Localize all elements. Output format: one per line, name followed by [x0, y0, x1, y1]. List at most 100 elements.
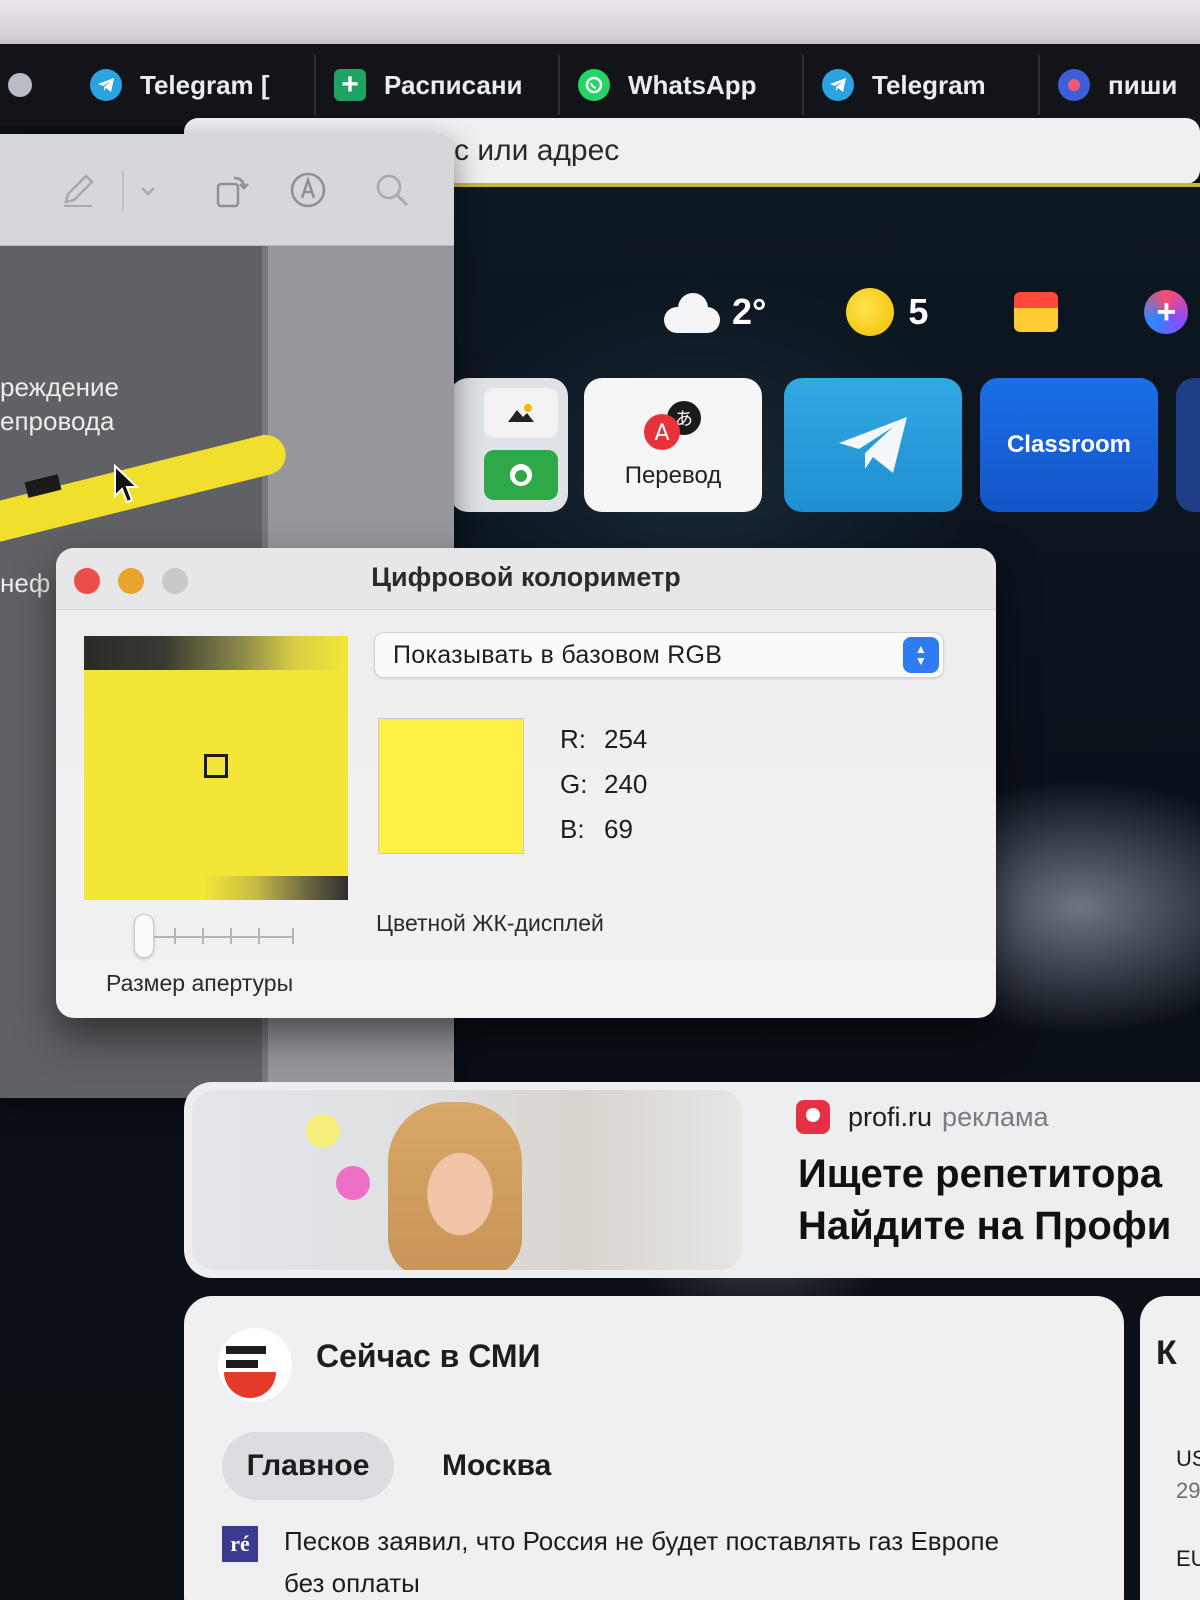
tile-partial[interactable] — [1176, 378, 1200, 512]
colorimeter-window: Цифровой колориметр Размер апертуры Пока… — [56, 548, 996, 1018]
news-source-icon: ré — [222, 1526, 258, 1562]
side-card-text: US — [1176, 1446, 1200, 1471]
news-card: Сейчас в СМИ Главное Москва ré Песков за… — [184, 1296, 1124, 1600]
photos-icon — [484, 388, 558, 438]
tab-label: Telegram — [872, 69, 986, 100]
side-card-text: EU — [1176, 1546, 1200, 1571]
widgets-row: 2° 5 + — [660, 282, 1200, 342]
tile-translate[interactable]: あ A Перевод — [584, 378, 762, 512]
tile-telegram[interactable] — [784, 378, 962, 512]
chevron-down-icon[interactable] — [134, 170, 162, 210]
document-text: неф — [0, 568, 51, 598]
tab-main[interactable]: Главное — [222, 1432, 394, 1500]
tab-moscow[interactable]: Москва — [442, 1432, 551, 1500]
aperture-cursor — [204, 754, 228, 778]
magnifier-edge — [204, 876, 348, 900]
tile-classroom[interactable]: Classroom — [980, 378, 1158, 512]
profi-logo-icon — [796, 1100, 830, 1134]
slider-tick — [230, 928, 232, 944]
telegram-icon — [90, 69, 122, 101]
news-item[interactable]: ré Песков заявил, что Россия не будет по… — [222, 1520, 1044, 1600]
window-title: Цифровой колориметр — [371, 562, 681, 592]
ad-headline-line: Найдите на Профи — [798, 1204, 1172, 1248]
telegram-icon — [822, 69, 854, 101]
traffic-icon — [846, 288, 895, 336]
tab-label: WhatsApp — [628, 69, 757, 100]
green-row: G: 240 — [560, 769, 647, 814]
search-icon[interactable] — [372, 170, 412, 210]
red-label: R: — [560, 724, 586, 754]
slider-knob[interactable] — [134, 914, 154, 958]
traffic-score[interactable]: 5 — [908, 291, 928, 333]
document-text: реждение — [0, 372, 119, 402]
ad-image — [192, 1090, 742, 1270]
rgb-readout: R: 254 G: 240 B: 69 — [560, 724, 647, 859]
document-text: епровода — [0, 406, 115, 436]
news-headline: Песков заявил, что Россия не будет поста… — [284, 1526, 1000, 1598]
news-title[interactable]: Сейчас в СМИ — [316, 1338, 541, 1375]
side-card[interactable]: К US 29 EU — [1140, 1296, 1200, 1600]
cloud-icon — [660, 291, 722, 333]
side-card-title: К — [1156, 1334, 1177, 1372]
app-icon — [1058, 69, 1090, 101]
slider-tick — [202, 928, 204, 944]
browser-tab-bar: Telegram [ + Расписани WhatsApp Telegram… — [0, 44, 1200, 126]
ad-tag: реклама — [942, 1101, 1049, 1132]
aperture-magnifier — [84, 636, 348, 900]
ad-site: profi.ru — [848, 1101, 933, 1132]
red-row: R: 254 — [560, 724, 647, 769]
select-value: Показывать в базовом RGB — [393, 641, 723, 669]
green-label: G: — [560, 769, 588, 799]
mouse-pointer-icon — [114, 464, 140, 504]
ad-headline: Ищете репетитора Найдите на Профи — [798, 1148, 1171, 1252]
spreadsheet-icon: + — [334, 68, 366, 101]
tab-telegram-2[interactable]: Telegram — [804, 55, 1040, 115]
rotate-icon[interactable] — [212, 170, 252, 210]
person-photo — [388, 1102, 522, 1270]
tab-telegram-1[interactable]: Telegram [ — [72, 55, 316, 115]
mail-icon[interactable] — [1014, 292, 1059, 332]
decor-dot — [336, 1166, 370, 1200]
translate-icon: あ A — [642, 400, 704, 452]
tile-group[interactable] — [450, 378, 568, 512]
display-profile: Цветной ЖК-дисплей — [376, 910, 604, 936]
slider-tick — [258, 928, 260, 944]
green-value: 240 — [604, 769, 648, 799]
markup-icon[interactable] — [288, 170, 328, 210]
blue-value: 69 — [604, 814, 633, 844]
slider-tick — [174, 928, 176, 944]
tile-label: Classroom — [1006, 431, 1132, 458]
color-swatch — [378, 718, 524, 854]
tab-whatsapp[interactable]: WhatsApp — [560, 55, 804, 115]
green-app-icon — [484, 450, 558, 500]
ad-card[interactable]: profi.ru реклама Ищете репетитора Найдит… — [184, 1082, 1200, 1278]
tab-spreadsheet[interactable]: + Расписани — [316, 55, 560, 115]
preview-toolbar — [0, 134, 454, 246]
monitor-bezel — [0, 0, 1200, 44]
blue-label: B: — [560, 814, 585, 844]
weather-temperature[interactable]: 2° — [732, 291, 766, 333]
magnifier-edge — [84, 636, 348, 670]
blue-row: B: 69 — [560, 814, 647, 859]
tab-app[interactable]: пиши — [1040, 55, 1195, 115]
toolbar-separator — [122, 170, 124, 210]
side-card-text: 29 — [1176, 1478, 1200, 1503]
ad-headline-line: Ищете репетитора — [798, 1152, 1163, 1196]
color-mode-select[interactable]: Показывать в базовом RGB ▲ ▼ — [374, 632, 944, 678]
pencil-icon[interactable] — [58, 170, 98, 210]
ad-meta: profi.ru реклама — [796, 1100, 1049, 1134]
aperture-slider[interactable] — [134, 914, 354, 960]
tab-label: пиши — [1108, 69, 1178, 100]
add-widget-icon[interactable]: + — [1144, 290, 1189, 334]
tab-label: Расписани — [384, 69, 523, 100]
tab-label: Telegram [ — [140, 69, 270, 100]
decor-dot — [306, 1114, 340, 1148]
title-bar[interactable]: Цифровой колориметр — [56, 548, 996, 610]
svg-text:A: A — [654, 421, 669, 446]
chevron-updown-icon: ▲ ▼ — [903, 637, 939, 673]
window-control-dot[interactable] — [8, 73, 32, 97]
aperture-label: Размер апертуры — [106, 970, 294, 996]
slider-tick — [292, 928, 294, 944]
red-value: 254 — [604, 724, 648, 754]
telegram-plane-icon — [839, 417, 907, 473]
